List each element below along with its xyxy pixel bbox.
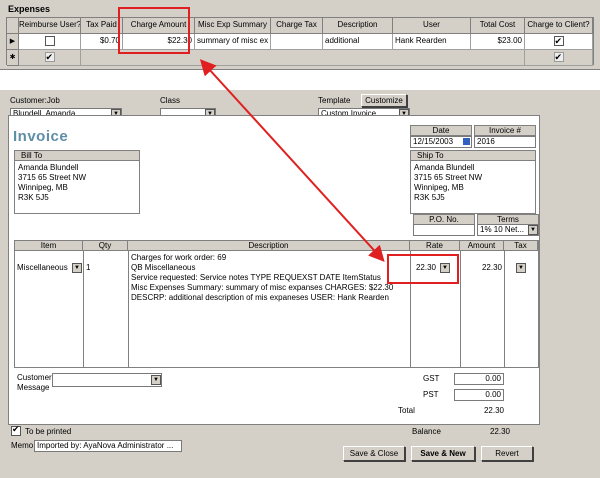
save-new-button[interactable]: Save & New bbox=[411, 446, 475, 461]
save-close-button[interactable]: Save & Close bbox=[343, 446, 405, 461]
balance-value: 22.30 bbox=[489, 427, 510, 436]
balance-label: Balance bbox=[412, 427, 441, 436]
pst-label: PST bbox=[423, 390, 439, 399]
connector-arrow-icon bbox=[199, 59, 385, 262]
customer-message-label: Message bbox=[17, 383, 50, 392]
revert-button[interactable]: Revert bbox=[481, 446, 533, 461]
gst-value: 0.00 bbox=[454, 373, 504, 385]
customer-message-chevron-down-icon[interactable]: ▼ bbox=[151, 375, 161, 385]
total-label: Total bbox=[398, 406, 415, 415]
pst-value: 0.00 bbox=[454, 389, 504, 401]
total-value: 22.30 bbox=[483, 406, 504, 415]
memo-field[interactable]: Imported by: AyaNova Administrator ... bbox=[34, 440, 182, 452]
customer-message-label: Customer bbox=[17, 373, 52, 382]
customer-message-dropdown[interactable] bbox=[52, 373, 162, 387]
to-be-printed-checkbox[interactable] bbox=[11, 424, 21, 436]
gst-label: GST bbox=[423, 374, 440, 383]
memo-label: Memo bbox=[11, 441, 34, 450]
to-be-printed-label[interactable]: To be printed bbox=[25, 427, 71, 437]
to-be-printed-checkbox-wrap[interactable] bbox=[11, 424, 22, 437]
